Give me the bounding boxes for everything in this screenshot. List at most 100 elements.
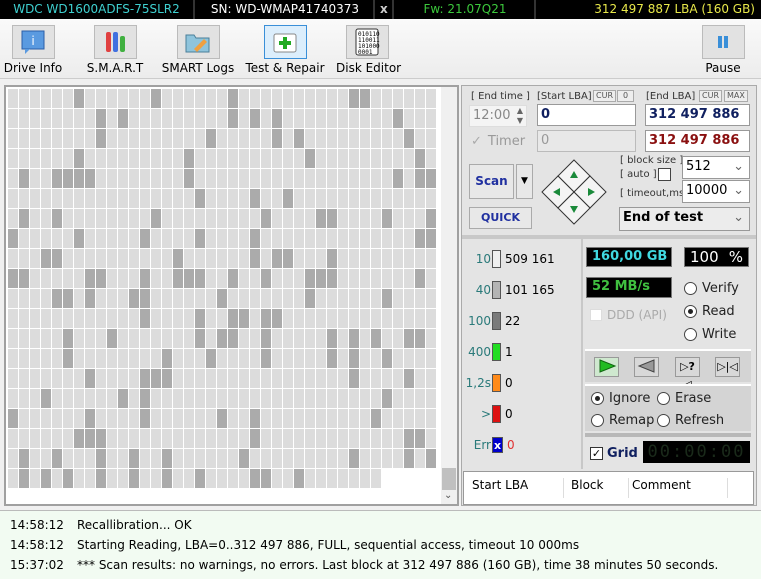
block-cell — [294, 269, 304, 288]
repair-radio-refresh[interactable]: Refresh — [657, 413, 724, 428]
block-cell — [360, 369, 370, 388]
block-cell — [261, 129, 271, 148]
block-cell — [118, 169, 128, 188]
quick-button[interactable]: QUICK — [469, 207, 532, 229]
block-cell — [107, 409, 117, 428]
block-cell — [217, 129, 227, 148]
smart-button[interactable]: S.M.A.R.T — [80, 19, 150, 79]
spinner-icon[interactable]: ▲ ▼ — [517, 106, 523, 126]
block-cell — [217, 469, 227, 488]
scrollbar-thumb[interactable] — [442, 468, 456, 490]
block-cell — [338, 109, 348, 128]
block-cell — [151, 169, 161, 188]
block-cell — [140, 449, 150, 468]
repair-radio-ignore[interactable]: Ignore — [591, 391, 650, 406]
end-lba-input[interactable]: 312 497 886 — [645, 104, 750, 126]
scroll-down-icon[interactable]: ⌄ — [444, 490, 452, 501]
radio-icon — [684, 328, 697, 341]
test-repair-button[interactable]: Test & Repair — [244, 19, 326, 79]
block-cell — [382, 269, 392, 288]
timeout-select[interactable]: 10000 ⌄ — [682, 180, 750, 203]
grid-checkbox[interactable]: ✓ Grid — [590, 446, 638, 461]
ddd-api-checkbox[interactable]: DDD (API) — [590, 308, 667, 322]
scan-button[interactable]: Scan — [469, 164, 514, 199]
block-cell — [283, 289, 293, 308]
block-cell — [184, 289, 194, 308]
end-time-input[interactable]: 12:00 ▲ ▼ — [469, 105, 527, 127]
close-drive-button[interactable]: x — [376, 0, 394, 19]
block-cell — [107, 329, 117, 348]
block-cell — [261, 169, 271, 188]
end-action-select[interactable]: End of test ⌄ — [619, 207, 750, 231]
block-cell — [30, 389, 40, 408]
block-cell — [63, 469, 73, 488]
block-size-select[interactable]: 512 ⌄ — [682, 156, 750, 179]
pause-button[interactable]: Pause — [700, 19, 746, 79]
auto-checkbox[interactable] — [658, 168, 671, 181]
block-cell — [173, 349, 183, 368]
block-cell — [239, 229, 249, 248]
mode-radio-write[interactable]: Write — [684, 327, 736, 342]
block-cell — [107, 289, 117, 308]
drive-info-button[interactable]: i Drive Info — [2, 19, 64, 79]
block-cell — [96, 129, 106, 148]
legend-row: 10 509 161 — [464, 249, 582, 269]
speed-display: 52 MB/s — [586, 277, 672, 298]
block-cell — [52, 329, 62, 348]
block-cell — [338, 349, 348, 368]
legend-threshold: 400 — [468, 345, 491, 359]
block-cell — [30, 149, 40, 168]
mode-radio-verify[interactable]: Verify — [684, 281, 739, 296]
play-backward-button[interactable] — [634, 357, 659, 377]
legend-count: 0 — [505, 407, 513, 421]
block-cell — [96, 409, 106, 428]
block-cell — [294, 309, 304, 328]
legend-swatch — [492, 250, 501, 268]
scan-dropdown-button[interactable]: ▼ — [516, 164, 533, 199]
start-cur-button[interactable]: CUR — [593, 90, 616, 102]
block-cell — [85, 369, 95, 388]
block-cell — [228, 289, 238, 308]
block-cell — [41, 409, 51, 428]
disk-editor-button[interactable]: 010110 110011 101000 0001 Disk Editor — [336, 19, 401, 79]
smart-logs-button[interactable]: SMART Logs — [160, 19, 236, 79]
log-time: 14:58:12 — [10, 538, 64, 552]
block-cell — [184, 409, 194, 428]
block-cell — [371, 209, 381, 228]
block-cell — [217, 249, 227, 268]
block-cell — [206, 409, 216, 428]
random-seek-button[interactable]: ▷?◁ — [675, 357, 700, 391]
block-cell — [129, 189, 139, 208]
block-cell — [74, 329, 84, 348]
block-cell — [30, 469, 40, 488]
block-cell — [195, 189, 205, 208]
column-header-start-lba[interactable]: Start LBA — [472, 478, 564, 498]
block-cell — [283, 409, 293, 428]
timer-checkbox[interactable]: ✓ Timer — [471, 134, 525, 149]
block-cell — [382, 189, 392, 208]
block-cell — [195, 249, 205, 268]
repair-radio-erase[interactable]: Erase — [657, 391, 711, 406]
block-cell — [294, 349, 304, 368]
block-cell — [404, 389, 414, 408]
block-cell — [162, 289, 172, 308]
block-cell — [184, 269, 194, 288]
block-cell — [151, 89, 161, 108]
end-cur-button[interactable]: CUR — [699, 90, 722, 102]
block-cell — [129, 149, 139, 168]
grid-scrollbar[interactable]: ⌄ — [441, 87, 457, 504]
block-cell — [305, 369, 315, 388]
column-header-comment[interactable]: Comment — [632, 478, 728, 498]
play-forward-button[interactable] — [594, 357, 619, 377]
direction-pad[interactable] — [540, 158, 608, 226]
block-cell — [41, 129, 51, 148]
repair-radio-remap[interactable]: Remap — [591, 413, 654, 428]
block-cell — [195, 229, 205, 248]
butterfly-button[interactable]: ▷|◁ — [715, 357, 740, 377]
column-header-block[interactable]: Block — [571, 478, 629, 498]
mode-radio-read[interactable]: Read — [684, 304, 735, 319]
block-cell — [74, 269, 84, 288]
start-lba-input[interactable]: 0 — [537, 104, 636, 126]
block-cell — [129, 349, 139, 368]
max-button[interactable]: MAX — [724, 90, 748, 102]
